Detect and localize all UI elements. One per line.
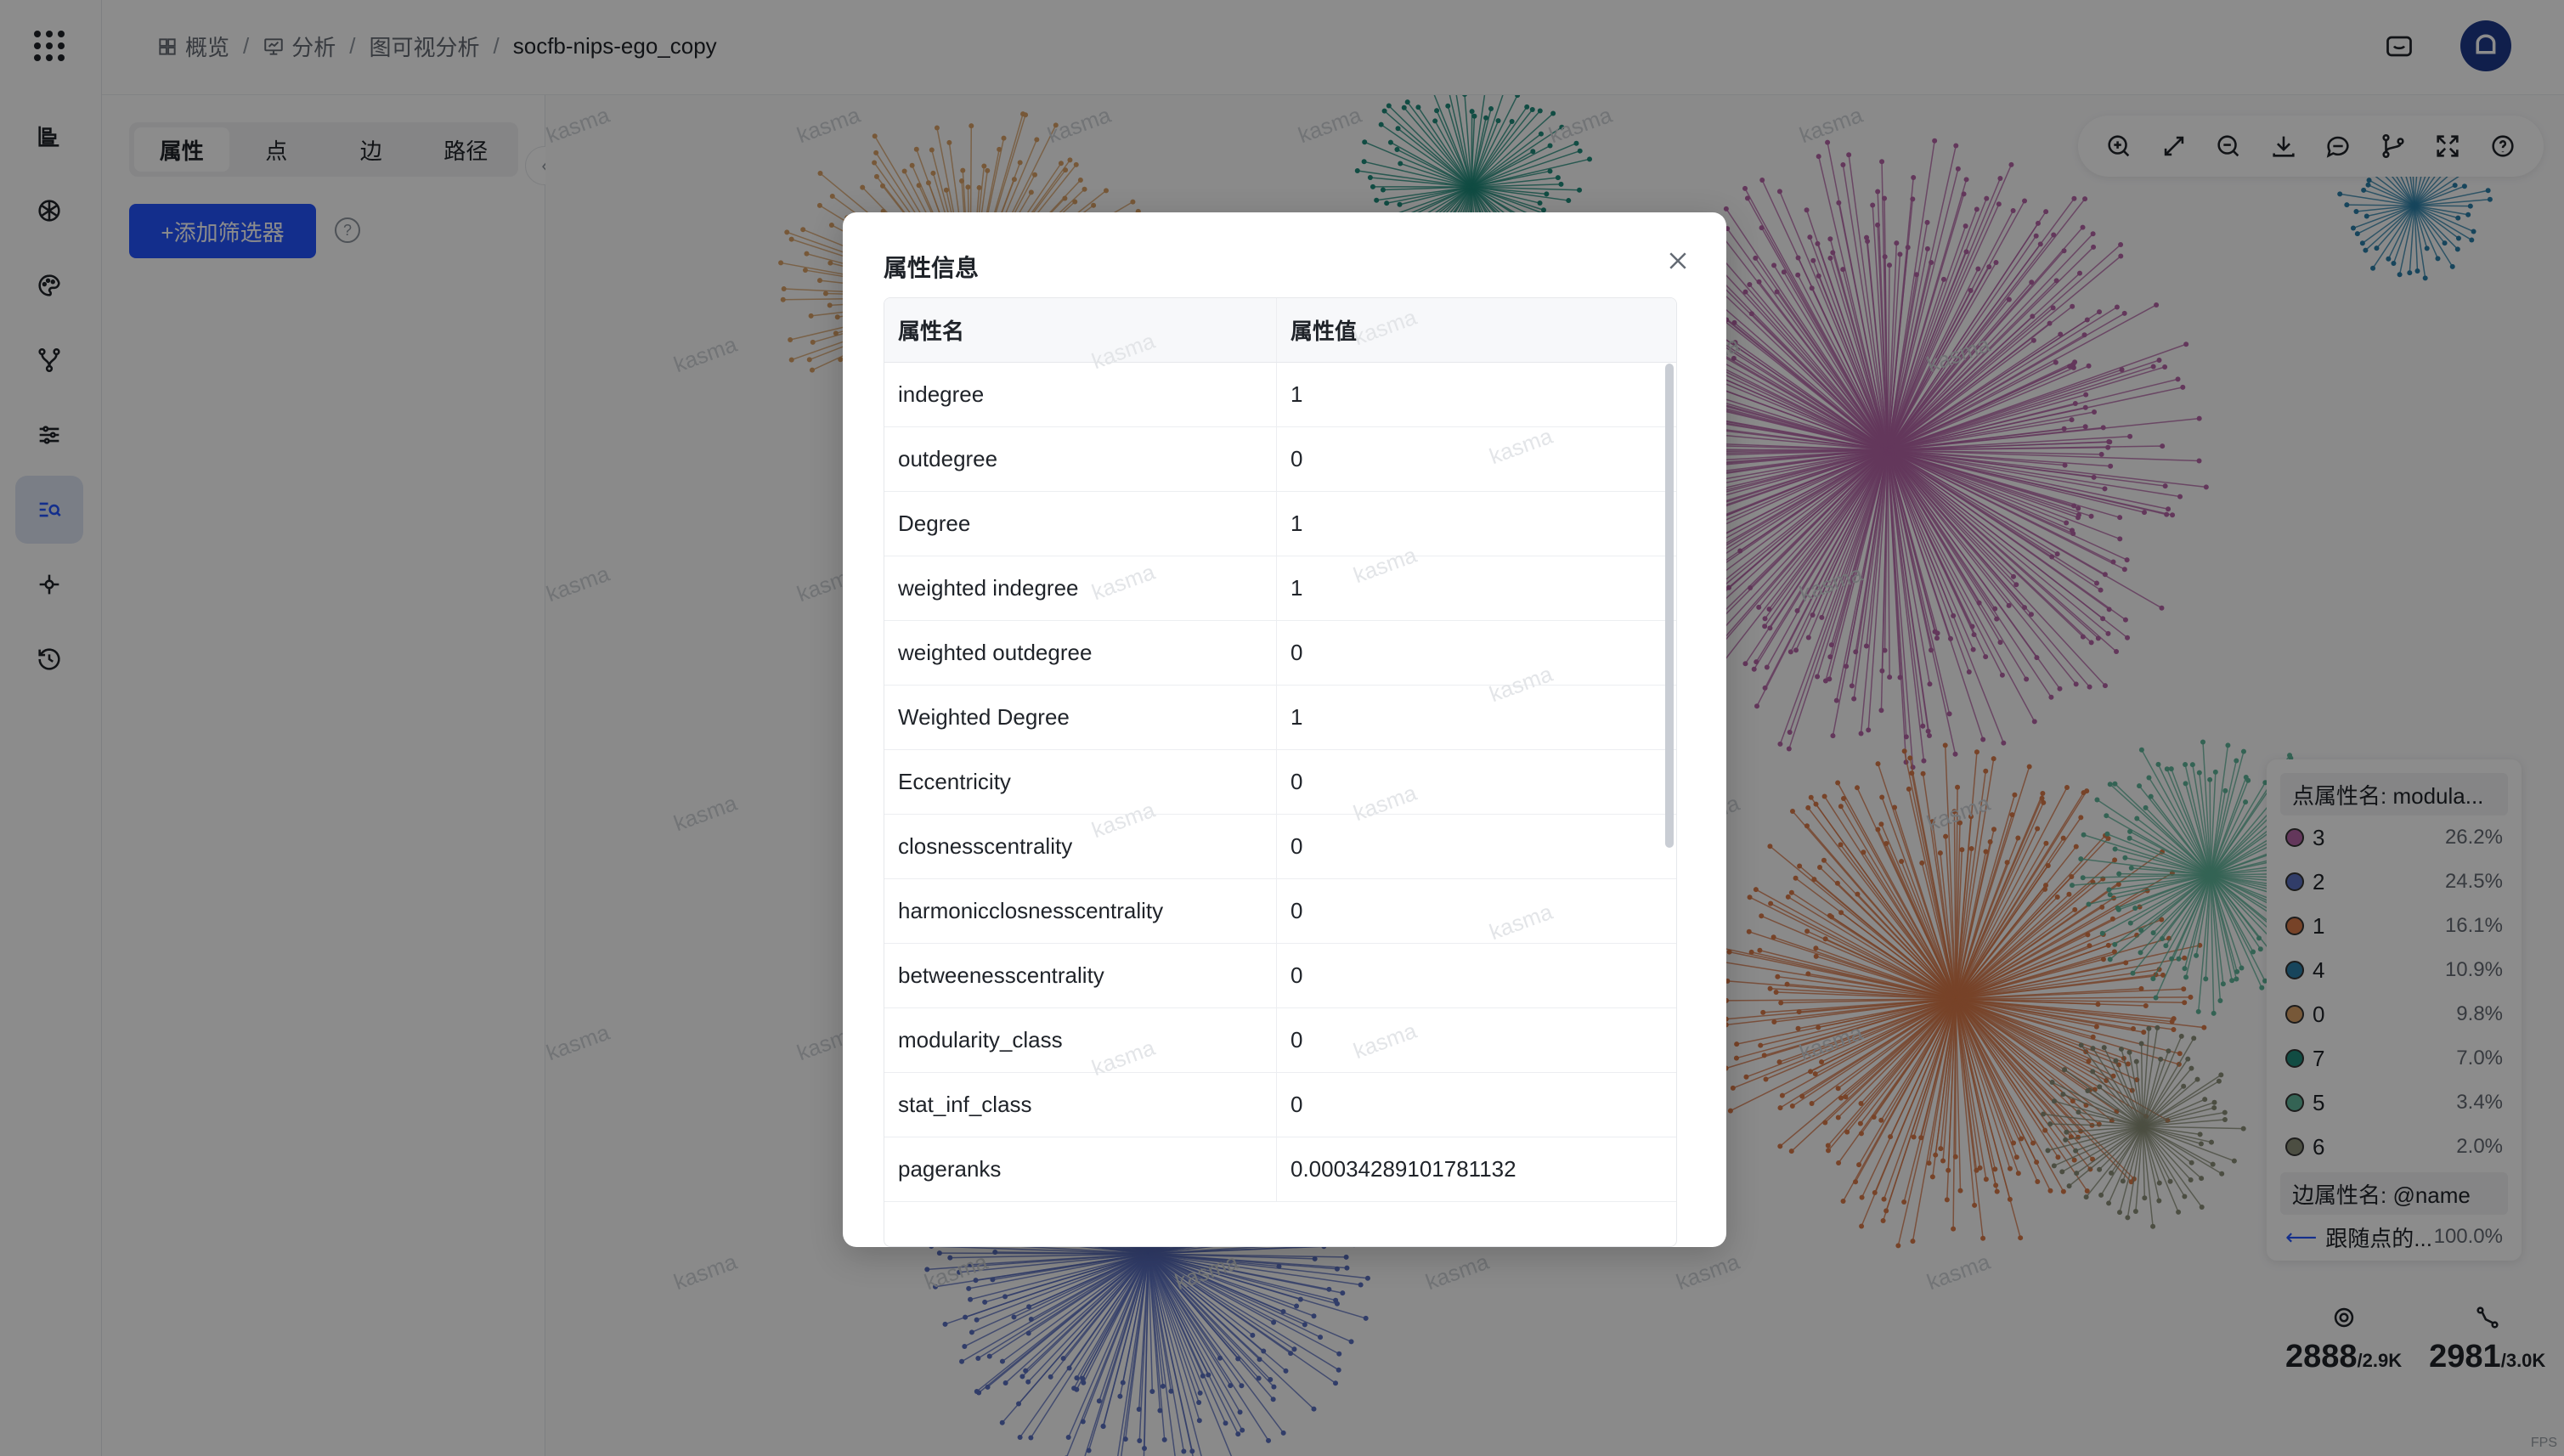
- property-name-cell: stat_inf_class: [884, 1073, 1277, 1137]
- property-value-cell: 0: [1290, 962, 1303, 988]
- table-row: pageranks 0.00034289101781132: [884, 1137, 1676, 1202]
- property-value-cell: 1: [1290, 704, 1303, 730]
- property-name-cell: Degree: [884, 492, 1277, 556]
- property-name-cell: harmonicclosnesscentrality: [884, 879, 1277, 943]
- table-row: indegree 1: [884, 363, 1676, 427]
- property-name-cell: Eccentricity: [884, 750, 1277, 814]
- property-name-cell: betweenesscentrality: [884, 944, 1277, 1007]
- table-row: outdegree 0: [884, 427, 1676, 492]
- property-value-cell: 0: [1290, 769, 1303, 794]
- property-name-cell: pageranks: [884, 1137, 1277, 1201]
- modal-title: 属性信息: [884, 255, 980, 281]
- property-info-modal: 属性信息 属性名 属性值 indegree 1 outdegree 0 Degree 1 w…: [843, 212, 1726, 1247]
- table-row: Weighted Degree 1: [884, 686, 1676, 750]
- property-value-cell: 0: [1290, 1092, 1303, 1117]
- table-row: closnesscentrality 0: [884, 815, 1676, 879]
- property-value-cell: 0.00034289101781132: [1290, 1156, 1516, 1182]
- table-row: harmonicclosnesscentrality 0: [884, 879, 1676, 944]
- property-value-cell: 1: [1290, 575, 1303, 601]
- table-row: betweenesscentrality 0: [884, 944, 1676, 1008]
- table-scrollbar[interactable]: [1665, 364, 1674, 848]
- close-button[interactable]: [1662, 245, 1694, 277]
- property-value-cell: 0: [1290, 833, 1303, 859]
- table-body: indegree 1 outdegree 0 Degree 1 weighted indeg…: [884, 363, 1676, 1202]
- property-value-cell: 1: [1290, 381, 1303, 407]
- table-row: stat_inf_class 0: [884, 1073, 1676, 1137]
- close-icon: [1669, 252, 1686, 269]
- property-name-cell: outdegree: [884, 427, 1277, 491]
- column-header-name: 属性名: [884, 298, 1277, 362]
- property-table: 属性名 属性值 indegree 1 outdegree 0 Degree 1 weight…: [884, 297, 1677, 1247]
- table-row: weighted indegree 1: [884, 556, 1676, 621]
- property-value-cell: 0: [1290, 1027, 1303, 1052]
- property-name-cell: weighted indegree: [884, 556, 1277, 620]
- property-name-cell: weighted outdegree: [884, 621, 1277, 685]
- property-value-cell: 0: [1290, 898, 1303, 923]
- property-name-cell: closnesscentrality: [884, 815, 1277, 878]
- table-row: modularity_class 0: [884, 1008, 1676, 1073]
- property-name-cell: indegree: [884, 363, 1277, 426]
- table-row: Eccentricity 0: [884, 750, 1676, 815]
- column-header-value: 属性值: [1290, 319, 1358, 344]
- property-value-cell: 1: [1290, 511, 1303, 536]
- property-name-cell: Weighted Degree: [884, 686, 1277, 749]
- property-name-cell: modularity_class: [884, 1008, 1277, 1072]
- table-row: Degree 1: [884, 492, 1676, 556]
- table-row: weighted outdegree 0: [884, 621, 1676, 686]
- property-value-cell: 0: [1290, 446, 1303, 471]
- table-header: 属性名 属性值: [884, 298, 1676, 363]
- property-value-cell: 0: [1290, 640, 1303, 665]
